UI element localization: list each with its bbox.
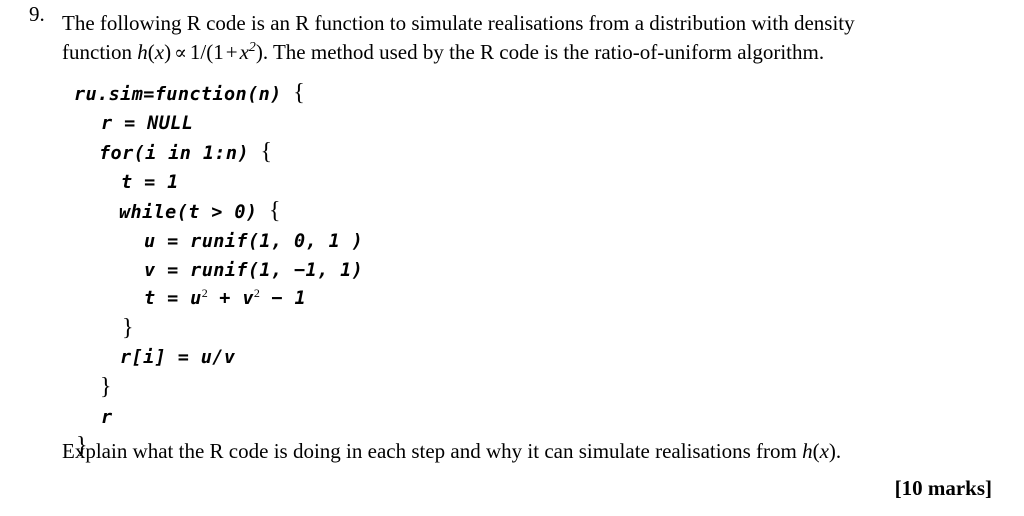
math-one-over: 1/(1: [189, 40, 224, 64]
question-line-2-suffix: The method used by the R code is the rat…: [268, 40, 825, 64]
code-line: r[i] = u/v: [0, 344, 1024, 373]
explanation-math-h: h: [802, 439, 813, 463]
math-paren-open: (: [147, 40, 155, 64]
explanation-math-paren-open: (: [812, 439, 820, 463]
question-line-2-prefix: function: [62, 40, 138, 64]
code-plus: +: [207, 288, 243, 310]
code-line: v = runif(1, −1, 1): [0, 257, 1024, 286]
math-plus: +: [225, 40, 238, 64]
marks-label: [10 marks]: [894, 476, 992, 500]
code-line: u = runif(1, 0, 1 ): [0, 228, 1024, 257]
code-line: for(i in 1:n) {: [0, 138, 1024, 169]
math-x-squared-base: x: [239, 40, 249, 64]
explanation-text-after: .: [835, 439, 842, 463]
density-formula: h(x): [137, 40, 171, 64]
question-line-1-text: The following R code is an R function to…: [62, 11, 855, 35]
explanation-math-x: x: [819, 439, 829, 463]
code-line-text: t = 1: [121, 171, 179, 193]
math-close-paren-period: ).: [255, 40, 269, 64]
question-head: 9. The following R code is an R function…: [0, 0, 1024, 68]
code-line-text: for(i in 1:n): [99, 143, 249, 165]
code-t-lhs: t =: [144, 288, 191, 310]
brace-close: }: [100, 373, 112, 400]
question-block: 9. The following R code is an R function…: [0, 0, 1024, 68]
brace-open: {: [269, 198, 281, 225]
code-line-text: r: [101, 406, 113, 428]
code-u-base: u: [190, 288, 202, 310]
brace-open: {: [260, 139, 273, 166]
code-line-text: r[i] = u/v: [120, 347, 236, 369]
question-line-2: function h(x) ∝ 1/(1+x2). The method used …: [62, 38, 988, 68]
code-v-base: v: [242, 288, 254, 310]
density-expression: 1/(1+x2).: [190, 40, 268, 64]
code-line-text: v = runif(1, −1, 1): [144, 259, 364, 281]
code-line: ru.sim=function(n) {: [0, 79, 1024, 110]
explanation-math: h(x): [802, 439, 836, 463]
proportional-to-symbol: ∝: [174, 42, 187, 64]
code-line-text: u = runif(1, 0, 1 ): [144, 230, 364, 252]
explanation-line: Explain what the R code is doing in each…: [62, 437, 841, 466]
code-line: }: [0, 373, 1024, 404]
code-line-text: r = NULL: [101, 112, 194, 134]
math-h: h: [137, 40, 148, 64]
code-minus-one: − 1: [259, 288, 307, 310]
question-number: 9.: [29, 2, 45, 26]
r-code-listing: ru.sim=function(n) { r = NULL for(i in 1…: [0, 79, 1024, 463]
explanation-text-before: Explain what the R code is doing in each…: [62, 439, 803, 463]
code-line: t = 1: [0, 169, 1024, 198]
code-line: }: [0, 314, 1024, 345]
math-paren-close: ): [164, 40, 172, 64]
code-line-text: ru.sim=function(n): [74, 84, 282, 105]
code-line: r: [0, 404, 1024, 433]
explanation-math-paren-close: ): [828, 439, 836, 463]
code-line-text: while(t > 0): [119, 202, 258, 224]
code-line: r = NULL: [0, 110, 1024, 139]
math-x: x: [154, 40, 165, 64]
code-line: while(t > 0) {: [0, 197, 1024, 228]
math-x-squared-exponent: 2: [248, 39, 256, 54]
code-line-t-expression: t = u2 + v2 − 1: [0, 285, 1024, 314]
brace-close: }: [122, 314, 134, 341]
brace-open: {: [293, 80, 305, 106]
question-line-1: The following R code is an R function to…: [62, 0, 988, 38]
